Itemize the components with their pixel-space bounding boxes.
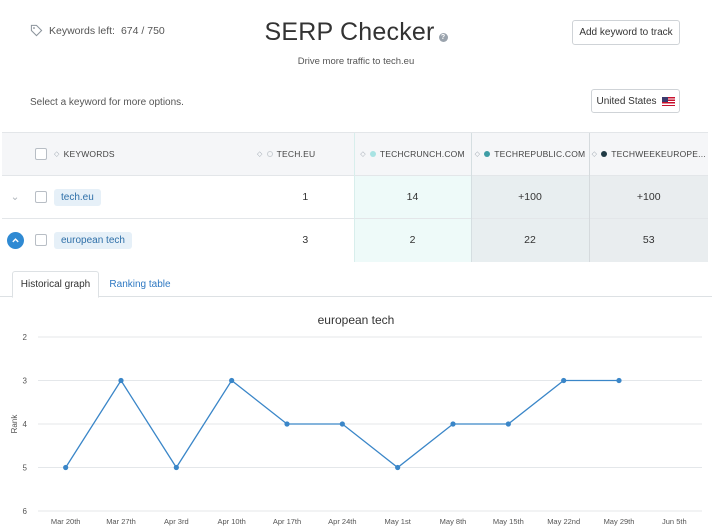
y-tick-label: 2 — [23, 333, 28, 342]
x-tick-label: Mar 20th — [51, 517, 81, 526]
sort-icon: ◇ — [257, 151, 263, 158]
col-techweekeurope[interactable]: ◇ TECHWEEKEUROPE... — [588, 132, 708, 176]
keyword-tag[interactable]: tech.eu — [54, 188, 101, 206]
rank-techcrunch: 2 — [353, 218, 471, 262]
rank-techcrunch: 14 — [353, 175, 471, 219]
sort-icon: ◇ — [54, 151, 60, 158]
data-point — [229, 377, 235, 384]
col-techweekeurope-label: TECHWEEKEUROPE... — [611, 149, 706, 159]
table-row[interactable]: european tech 3 2 22 53 — [2, 218, 708, 262]
chevron-up-icon[interactable] — [6, 231, 24, 249]
data-point — [173, 464, 179, 471]
x-tick-label: May 29th — [604, 517, 635, 526]
select-hint: Select a keyword for more options. — [30, 97, 184, 108]
data-point — [284, 421, 290, 427]
sort-icon: ◇ — [591, 151, 598, 158]
x-tick-label: Apr 24th — [328, 517, 356, 526]
data-point — [616, 377, 622, 384]
rank-tech-eu: 1 — [257, 175, 354, 219]
x-tick-labels: Mar 20th Mar 27th Apr 3rd Apr 10th Apr 17th A… — [51, 517, 687, 526]
row-checkbox[interactable] — [35, 234, 47, 247]
sort-icon: ◇ — [474, 151, 481, 158]
sort-icon: ◇ — [360, 151, 366, 158]
y-tick-label: 4 — [23, 420, 28, 429]
y-tick-label: 3 — [23, 377, 28, 386]
select-all-cell — [28, 132, 54, 176]
us-flag-icon — [661, 96, 675, 106]
historical-rank-chart: european tech Rank 2 3 4 5 6 Mar 20th Mar 27t… — [10, 313, 702, 526]
y-tick-label: 5 — [23, 464, 28, 473]
page-title: SERP Checker — [264, 18, 435, 46]
techcrunch-dot-icon — [369, 151, 376, 157]
keyword-tag[interactable]: european tech — [54, 231, 132, 249]
x-tick-label: Mar 27th — [106, 517, 136, 526]
y-axis-label: Rank — [10, 414, 19, 434]
row-checkbox-cell — [28, 218, 54, 262]
table-row[interactable]: ⌄ tech.eu 1 14 +100 +100 — [2, 175, 708, 219]
country-selector[interactable]: United States — [591, 89, 680, 113]
y-tick-labels: 2 3 4 5 6 — [23, 333, 28, 516]
col-keywords-label: KEYWORDS — [63, 149, 115, 159]
table-header-row: ◇ KEYWORDS ◇ TECH.EU ◇ TECHCRUNCH.COM ◇ TECH… — [2, 132, 708, 176]
data-point — [395, 464, 401, 471]
x-tick-label: Apr 10th — [217, 517, 245, 526]
data-point — [561, 377, 567, 384]
x-tick-label: Apr 3rd — [164, 517, 189, 526]
data-point — [450, 421, 456, 427]
row-expander-cell: ⌄ — [2, 175, 28, 219]
data-point — [505, 421, 511, 427]
x-tick-label: May 8th — [440, 517, 467, 526]
x-tick-label: Jun 5th — [662, 517, 687, 526]
chart-grid — [38, 336, 702, 512]
rank-techrepublic: 22 — [470, 218, 589, 262]
col-tech-eu[interactable]: ◇ TECH.EU — [257, 132, 354, 176]
col-tech-eu-label: TECH.EU — [276, 149, 316, 159]
tech-eu-dot-icon — [266, 151, 273, 157]
country-label: United States — [596, 95, 657, 107]
techrepublic-dot-icon — [484, 151, 491, 157]
add-keyword-label: Add keyword to track — [579, 27, 673, 38]
rank-techweekeurope: +100 — [588, 175, 708, 219]
col-keywords[interactable]: ◇ KEYWORDS — [54, 132, 257, 176]
x-tick-label: Apr 17th — [273, 517, 301, 526]
col-techcrunch[interactable]: ◇ TECHCRUNCH.COM — [353, 132, 471, 176]
data-point — [118, 377, 124, 384]
header: Keywords left: 674 / 750 SERP Checker? D… — [0, 0, 712, 132]
y-tick-label: 6 — [23, 507, 28, 516]
techweekeurope-dot-icon — [601, 151, 608, 157]
select-all-checkbox[interactable] — [35, 148, 47, 160]
row-checkbox[interactable] — [35, 191, 47, 204]
tab-ranking-table[interactable]: Ranking table — [104, 271, 176, 298]
rank-techweekeurope: 53 — [588, 218, 708, 262]
graph-tabs: Historical graph Ranking table — [0, 263, 712, 298]
chevron-down-icon[interactable]: ⌄ — [7, 189, 24, 206]
col-techcrunch-label: TECHCRUNCH.COM — [379, 149, 465, 159]
rank-tech-eu: 3 — [257, 218, 354, 262]
keyword-cell: tech.eu — [54, 175, 257, 219]
tab-historical-graph[interactable]: Historical graph — [12, 271, 99, 298]
chart-title: european tech — [318, 313, 395, 327]
add-keyword-button[interactable]: Add keyword to track — [572, 20, 680, 45]
page-subtitle: Drive more traffic to tech.eu — [297, 56, 415, 67]
row-expander-cell — [2, 218, 28, 262]
col-techrepublic[interactable]: ◇ TECHREPUBLIC.COM — [470, 132, 589, 176]
col-techrepublic-label: TECHREPUBLIC.COM — [494, 149, 586, 159]
keywords-table: ◇ KEYWORDS ◇ TECH.EU ◇ TECHCRUNCH.COM ◇ TECH… — [2, 132, 708, 262]
data-point — [339, 421, 345, 427]
x-tick-label: May 22nd — [547, 517, 580, 526]
keyword-cell: european tech — [54, 218, 257, 262]
x-tick-label: May 1st — [385, 517, 412, 526]
rank-techrepublic: +100 — [470, 175, 589, 219]
help-icon[interactable]: ? — [438, 32, 448, 42]
expander-header — [2, 132, 28, 176]
data-point — [63, 464, 69, 471]
row-checkbox-cell — [28, 175, 54, 219]
x-tick-label: May 15th — [493, 517, 524, 526]
